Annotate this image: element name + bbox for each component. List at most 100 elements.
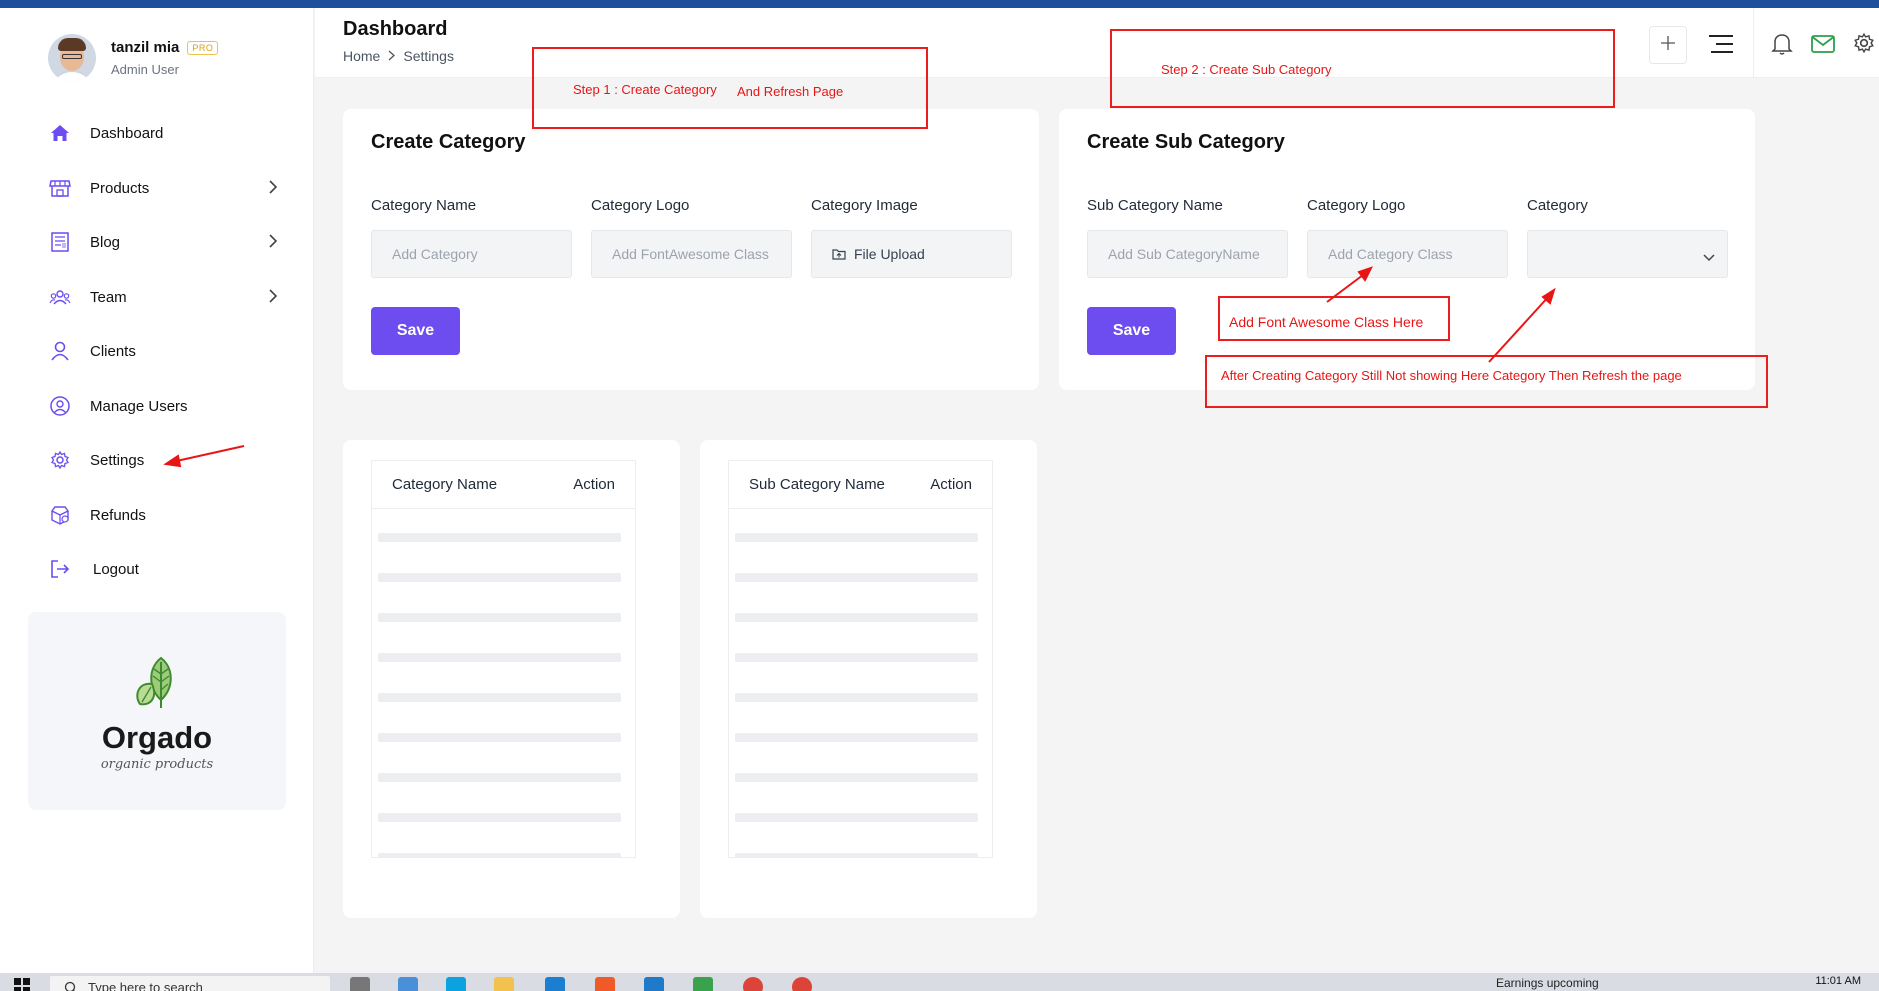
chevron-right-icon: [268, 289, 278, 308]
sub-category-table-card: Sub Category Name Action: [700, 440, 1037, 918]
add-button[interactable]: [1649, 26, 1687, 64]
chrome-icon[interactable]: [743, 977, 763, 991]
user-role: Admin User: [111, 62, 179, 77]
skeleton-row: [378, 733, 621, 742]
sub-category-table: Sub Category Name Action: [728, 460, 993, 858]
sidebar-item-label: Products: [90, 179, 150, 197]
sidebar-item-blog[interactable]: Blog: [48, 227, 278, 257]
taskbar-clock[interactable]: 11:01 AM: [1815, 975, 1861, 987]
sidebar-item-refunds[interactable]: Refunds: [48, 500, 278, 530]
sidebar-item-team[interactable]: Team: [48, 282, 278, 312]
skeleton-row: [735, 853, 978, 857]
sidebar-item-settings[interactable]: Settings: [48, 445, 278, 475]
sidebar-item-logout[interactable]: Logout: [48, 554, 278, 584]
sidebar: tanzil mia PRO Admin User Dashboard Prod…: [0, 8, 314, 973]
folder-icon[interactable]: [494, 977, 514, 991]
breadcrumb-home[interactable]: Home: [343, 48, 380, 64]
header-divider: [1753, 8, 1754, 78]
breadcrumb-current: Settings: [403, 48, 454, 64]
search-icon: [64, 981, 78, 991]
sidebar-item-products[interactable]: Products: [48, 173, 278, 203]
task-view-icon[interactable]: [350, 977, 370, 991]
sub-category-logo-input[interactable]: Add Category Class: [1307, 230, 1508, 278]
taskbar-search-input[interactable]: Type here to search: [50, 976, 330, 991]
menu-icon: [1708, 35, 1734, 58]
category-name-input[interactable]: Add Category: [371, 230, 572, 278]
skeleton-row: [735, 773, 978, 782]
column-header: Category Name: [392, 476, 498, 493]
annotation-font-awesome-text: Add Font Awesome Class Here: [1229, 314, 1424, 330]
blog-icon: [48, 230, 72, 254]
logout-icon: [48, 557, 72, 581]
skeleton-row: [735, 813, 978, 822]
sidebar-item-label: Refunds: [90, 506, 146, 524]
skeleton-row: [735, 653, 978, 662]
table-header: Sub Category Name Action: [729, 461, 992, 509]
save-sub-category-button[interactable]: Save: [1087, 307, 1176, 355]
skype-icon[interactable]: [446, 977, 466, 991]
home-icon: [48, 121, 72, 145]
bell-icon: [1771, 34, 1793, 60]
skeleton-row: [735, 533, 978, 542]
chevron-right-icon: [268, 180, 278, 199]
sidebar-item-label: Settings: [90, 451, 145, 469]
settings-button[interactable]: [1853, 32, 1875, 59]
column-header: Action: [573, 476, 615, 493]
brand-name: Orgado: [101, 720, 213, 755]
upload-label: File Upload: [854, 246, 925, 262]
user-profile[interactable]: tanzil mia PRO Admin User: [48, 34, 219, 82]
sub-category-name-label: Sub Category Name: [1087, 197, 1223, 214]
sidebar-item-dashboard[interactable]: Dashboard: [48, 118, 278, 148]
category-logo-input[interactable]: Add FontAwesome Class: [591, 230, 792, 278]
taskbar-notification[interactable]: Earnings upcoming: [1496, 976, 1599, 990]
messages-button[interactable]: [1811, 35, 1835, 58]
plus-icon: [1660, 35, 1676, 56]
sub-category-name-input[interactable]: Add Sub CategoryName: [1087, 230, 1288, 278]
category-select-label: Category: [1527, 197, 1588, 214]
annotation-step2-text: Step 2 : Create Sub Category: [1161, 62, 1332, 77]
brand-card: Orgado organic products: [28, 612, 286, 810]
sub-category-logo-label: Category Logo: [1307, 197, 1406, 214]
browser-top-stripe: [0, 0, 1879, 8]
user-icon: [48, 339, 72, 363]
annotation-step1-refresh: And Refresh Page: [737, 84, 844, 99]
app-icon[interactable]: [693, 977, 713, 991]
category-select[interactable]: [1527, 230, 1728, 278]
sidebar-item-label: Clients: [90, 342, 136, 360]
user-circle-icon: [48, 394, 72, 418]
skeleton-row: [735, 613, 978, 622]
windows-taskbar: Type here to search Earnings upcoming 11…: [0, 973, 1879, 991]
skeleton-row: [378, 693, 621, 702]
annotation-refresh-text: After Creating Category Still Not showin…: [1221, 368, 1682, 383]
avatar: [48, 34, 96, 82]
column-header: Action: [930, 476, 972, 493]
skeleton-row: [378, 573, 621, 582]
app-icon[interactable]: [545, 977, 565, 991]
sidebar-item-clients[interactable]: Clients: [48, 336, 278, 366]
skeleton-row: [378, 653, 621, 662]
sidebar-item-manage-users[interactable]: Manage Users: [48, 391, 278, 421]
table-header: Category Name Action: [372, 461, 635, 509]
category-image-upload[interactable]: File Upload: [811, 230, 1012, 278]
app-icon[interactable]: [595, 977, 615, 991]
notifications-button[interactable]: [1771, 32, 1793, 61]
mail-icon: [1811, 35, 1835, 57]
app-icon[interactable]: [398, 977, 418, 991]
breadcrumb: Home Settings: [343, 48, 454, 64]
chevron-right-icon: [388, 48, 396, 64]
chrome-icon[interactable]: [792, 977, 812, 991]
sidebar-item-label: Manage Users: [90, 397, 188, 415]
category-logo-label: Category Logo: [591, 197, 690, 214]
windows-start-icon[interactable]: [14, 978, 30, 991]
skeleton-row: [735, 693, 978, 702]
save-category-button[interactable]: Save: [371, 307, 460, 355]
chevron-down-icon: [1703, 249, 1715, 265]
menu-toggle-button[interactable]: [1708, 34, 1734, 59]
team-icon: [48, 285, 72, 309]
chevron-right-icon: [268, 234, 278, 253]
skeleton-row: [735, 573, 978, 582]
sidebar-item-label: Blog: [90, 233, 121, 251]
vscode-icon[interactable]: [644, 977, 664, 991]
skeleton-row: [735, 733, 978, 742]
skeleton-row: [378, 853, 621, 857]
